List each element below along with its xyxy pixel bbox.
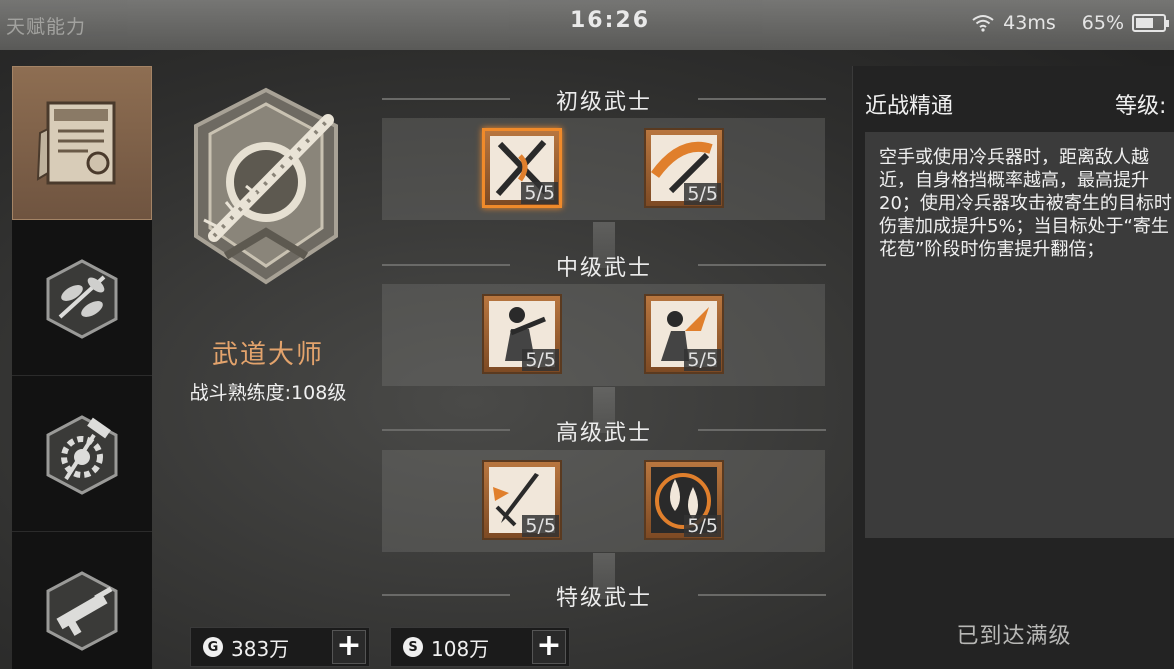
skill-slot[interactable]: 5/5 — [644, 460, 724, 540]
status-bar: 天赋能力 16:26 43ms 65% — [0, 0, 1174, 50]
tier-label: 中级武士 — [555, 256, 652, 281]
tier-row: 5/5 5/5 — [382, 284, 825, 386]
gold-coin-icon: G — [203, 637, 223, 657]
gold-currency: G 383万 + — [190, 627, 370, 667]
add-silver-button[interactable]: + — [532, 630, 566, 664]
silver-coin-icon: S — [403, 637, 423, 657]
skill-level-label: 等级: — [1115, 94, 1167, 119]
tier-label: 高级武士 — [555, 421, 652, 446]
tier-header: 高级武士 — [382, 415, 826, 446]
skill-rank: 5/5 — [684, 183, 721, 205]
profile-level: 战斗熟练度:108级 — [189, 382, 347, 404]
skill-rank: 5/5 — [521, 182, 558, 204]
herb-leaf-icon — [46, 258, 118, 339]
tier-row: 5/5 5/5 — [382, 118, 825, 220]
silver-amount: 108万 — [431, 636, 490, 661]
gold-amount: 383万 — [231, 636, 290, 661]
skill-rank: 5/5 — [522, 349, 559, 371]
ping-text: 43ms — [1003, 12, 1056, 34]
profile-title: 武道大师 — [211, 340, 324, 370]
skill-slot[interactable]: 5/5 — [482, 128, 562, 208]
skill-description: 空手或使用冷兵器时，距离敌人越近，自身格挡概率越高，最高提升20；使用冷兵器攻击… — [879, 147, 1172, 260]
category-tab-crafting[interactable] — [12, 378, 152, 532]
add-gold-button[interactable]: + — [332, 630, 366, 664]
wifi-icon — [971, 13, 995, 33]
battery-text: 65% — [1081, 12, 1124, 34]
category-tab-trade[interactable] — [12, 66, 152, 220]
skill-rank: 5/5 — [684, 515, 721, 537]
trade-certificate-icon — [36, 101, 116, 185]
gear-hammer-icon — [46, 414, 118, 495]
silver-currency: S 108万 + — [390, 627, 570, 667]
max-level-status: 已到达满级 — [956, 624, 1072, 649]
skill-rank: 5/5 — [522, 515, 559, 537]
category-tab-firearms[interactable] — [12, 534, 152, 669]
skill-slot[interactable]: 5/5 — [482, 294, 562, 374]
status-indicators: 43ms 65% — [971, 12, 1169, 34]
battery-icon — [1132, 14, 1169, 32]
skill-slot[interactable]: 5/5 — [644, 128, 724, 208]
skill-name: 近战精通 — [865, 94, 954, 119]
rifle-icon — [46, 570, 118, 651]
tier-label: 初级武士 — [555, 90, 652, 115]
tier-header: 初级武士 — [382, 84, 826, 115]
tier-header: 中级武士 — [382, 250, 826, 281]
skill-description-box: 空手或使用冷兵器时，距离敌人越近，自身格挡概率越高，最高提升20；使用冷兵器攻击… — [865, 132, 1174, 538]
spiked-bat-emblem-icon — [186, 86, 346, 286]
skill-slot[interactable]: 5/5 — [644, 294, 724, 374]
skill-slot[interactable]: 5/5 — [482, 460, 562, 540]
category-tab-herb[interactable] — [12, 222, 152, 376]
skill-detail-panel: 近战精通 等级: 空手或使用冷兵器时，距离敌人越近，自身格挡概率越高，最高提升2… — [852, 66, 1174, 669]
page-title: 天赋能力 — [6, 16, 87, 38]
skill-rank: 5/5 — [684, 349, 721, 371]
tier-row: 5/5 5/5 — [382, 450, 825, 552]
category-sidebar — [12, 66, 152, 669]
tier-label: 特级武士 — [555, 586, 652, 611]
tier-header: 特级武士 — [382, 580, 826, 611]
clock: 16:26 — [570, 8, 651, 33]
